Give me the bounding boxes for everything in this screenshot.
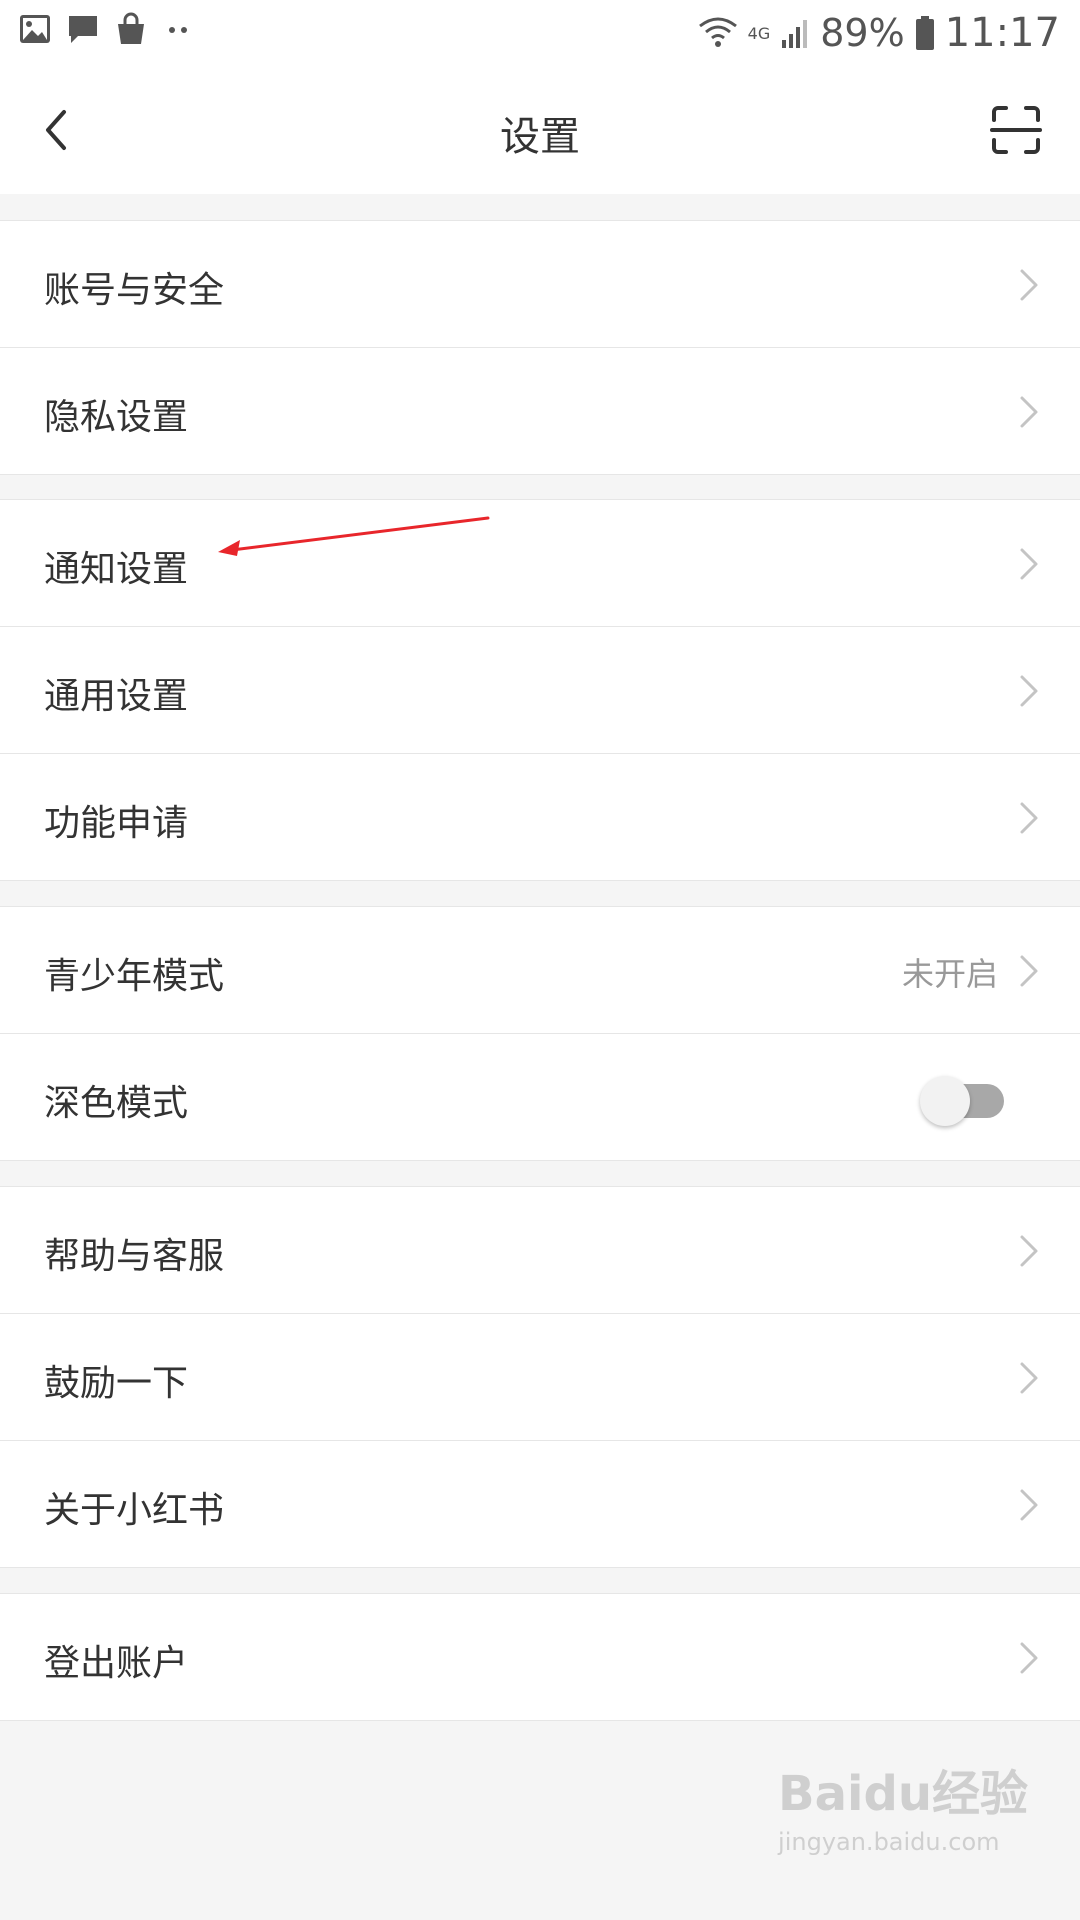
chevron-right-icon	[1020, 955, 1038, 987]
row-privacy-settings[interactable]: 隐私设置	[0, 348, 1080, 474]
row-label: 隐私设置	[44, 397, 189, 438]
settings-group-account: 账号与安全 隐私设置	[0, 220, 1080, 475]
row-label: 关于小红书	[44, 1490, 225, 1531]
scan-icon	[990, 106, 1042, 154]
battery-percent: 89%	[820, 11, 905, 55]
row-encourage[interactable]: 鼓励一下	[0, 1314, 1080, 1441]
gallery-icon	[20, 15, 50, 43]
row-label: 通用设置	[44, 676, 189, 717]
chevron-right-icon	[1020, 548, 1038, 580]
row-notification-settings[interactable]: 通知设置	[0, 500, 1080, 627]
annotation-arrow	[218, 516, 490, 556]
more-notifications-icon	[169, 27, 187, 33]
row-about[interactable]: 关于小红书	[0, 1441, 1080, 1567]
row-account-security[interactable]: 账号与安全	[0, 221, 1080, 348]
signal-icon	[782, 20, 808, 48]
toggle-knob	[920, 1076, 970, 1126]
shopping-bag-icon	[118, 12, 144, 44]
chevron-right-icon	[1020, 1235, 1038, 1267]
row-general-settings[interactable]: 通用设置	[0, 627, 1080, 754]
notification-icons	[18, 12, 196, 46]
wifi-icon	[698, 17, 737, 47]
row-teen-mode[interactable]: 青少年模式 未开启	[0, 907, 1080, 1034]
teen-mode-status: 未开启	[901, 955, 998, 993]
nav-bar: 设置	[0, 66, 1080, 194]
chevron-right-icon	[1020, 269, 1038, 301]
row-label: 通知设置	[44, 549, 189, 590]
row-logout[interactable]: 登出账户	[0, 1594, 1080, 1720]
system-status: 4G 89% 11:17	[698, 8, 1060, 58]
row-label: 深色模式	[44, 1083, 189, 1124]
page-title: 设置	[500, 114, 580, 160]
settings-group-logout: 登出账户	[0, 1593, 1080, 1721]
chevron-right-icon	[1020, 396, 1038, 428]
row-feature-request[interactable]: 功能申请	[0, 754, 1080, 880]
settings-screen: 4G 89% 11:17 设置 账号与安全 隐私设置 通知设置 通用设置 功能申…	[0, 0, 1080, 1920]
settings-group-support: 帮助与客服 鼓励一下 关于小红书	[0, 1186, 1080, 1568]
chevron-right-icon	[1020, 802, 1038, 834]
row-dark-mode: 深色模式	[0, 1034, 1080, 1160]
watermark-logo: Baidu经验	[778, 1766, 1028, 1822]
network-type: 4G	[747, 23, 771, 43]
watermark-url: jingyan.baidu.com	[778, 1828, 1000, 1856]
chevron-right-icon	[1020, 675, 1038, 707]
status-bar: 4G 89% 11:17	[0, 0, 1080, 66]
row-label: 功能申请	[44, 803, 189, 844]
row-label: 登出账户	[44, 1643, 189, 1684]
chevron-right-icon	[1020, 1362, 1038, 1394]
settings-group-modes: 青少年模式 未开启 深色模式	[0, 906, 1080, 1161]
row-label: 帮助与客服	[44, 1236, 225, 1277]
watermark: Baidu经验 jingyan.baidu.com	[778, 1754, 1028, 1856]
row-label: 青少年模式	[44, 956, 225, 997]
row-label: 鼓励一下	[44, 1363, 189, 1404]
dark-mode-toggle[interactable]	[920, 1072, 1008, 1126]
scan-button[interactable]	[988, 102, 1044, 158]
battery-icon	[915, 16, 934, 50]
row-help-support[interactable]: 帮助与客服	[0, 1187, 1080, 1314]
settings-group-general: 通知设置 通用设置 功能申请	[0, 499, 1080, 881]
chevron-right-icon	[1020, 1489, 1038, 1521]
clock: 11:17	[944, 10, 1060, 56]
message-icon	[69, 16, 97, 43]
row-label: 账号与安全	[44, 270, 225, 311]
chevron-right-icon	[1020, 1642, 1038, 1674]
